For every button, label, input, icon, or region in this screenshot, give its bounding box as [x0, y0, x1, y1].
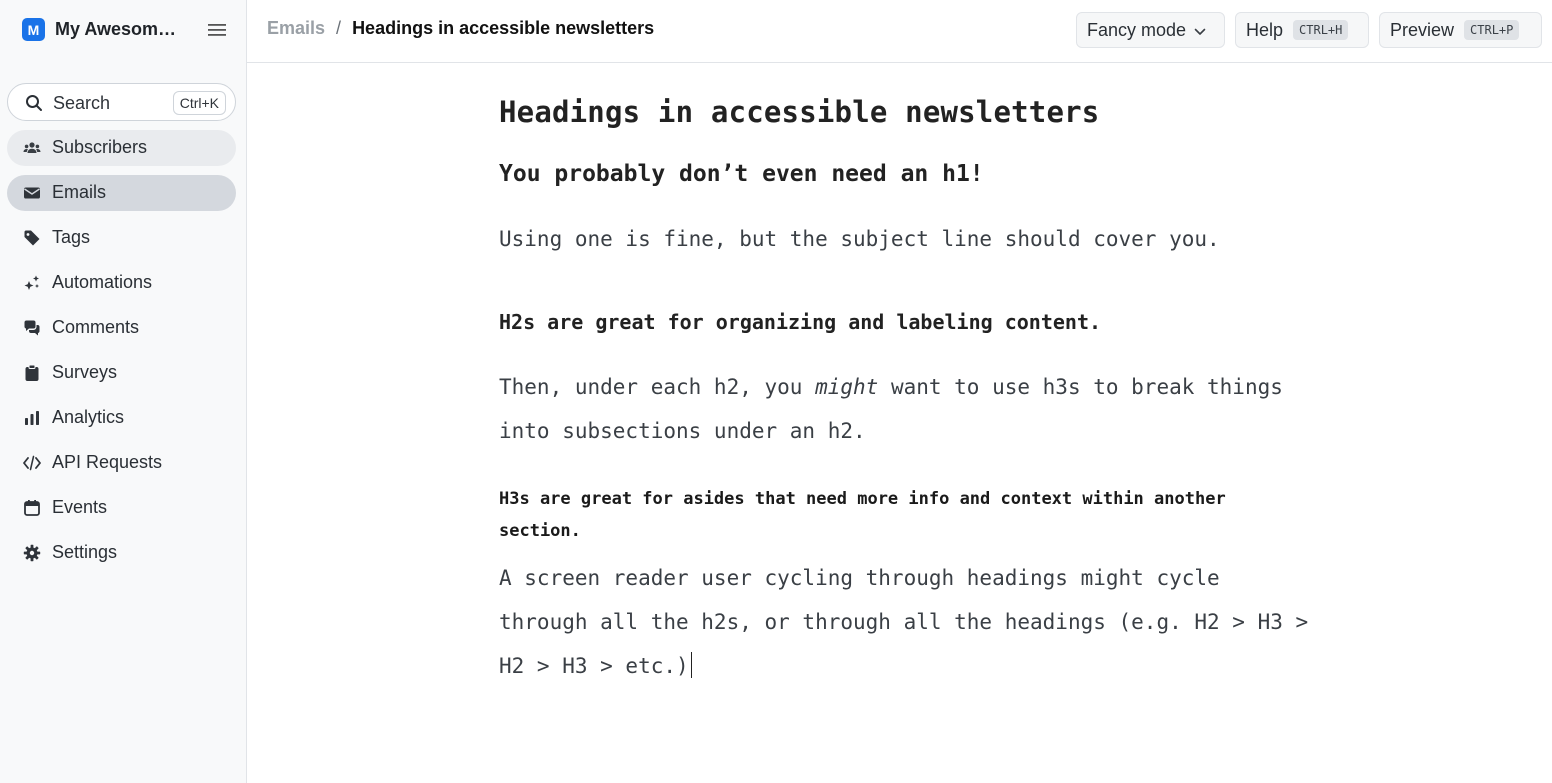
sidebar-item-label: Automations	[52, 272, 153, 292]
heading-3[interactable]: H3s are great for asides that need more …	[499, 483, 1299, 547]
paragraph-2-text: Then, under each h2, you	[499, 375, 816, 399]
sidebar-item-label: Tags	[52, 227, 91, 247]
fancy-mode-label: Fancy mode	[1087, 19, 1187, 40]
workspace-name: My Awesom…	[55, 19, 177, 39]
comments-icon	[23, 319, 41, 337]
help-shortcut: CTRL+H	[1293, 20, 1349, 40]
bar-chart-icon	[23, 409, 41, 427]
sidebar-item-api-requests[interactable]: API Requests	[7, 445, 236, 481]
text-caret	[690, 652, 692, 678]
sidebar-item-surveys[interactable]: Surveys	[7, 355, 236, 391]
clipboard-icon	[23, 364, 41, 382]
top-bar: Emails / Headings in accessible newslett…	[247, 0, 1552, 63]
sparkles-icon	[23, 274, 41, 292]
sidebar-item-label: Emails	[52, 182, 107, 202]
paragraph-2[interactable]: Then, under each h2, you might want to u…	[499, 365, 1299, 453]
sidebar-item-settings[interactable]: Settings	[7, 535, 236, 571]
breadcrumb: Emails / Headings in accessible newslett…	[267, 18, 654, 39]
heading-1[interactable]: You probably don’t even need an h1!	[499, 161, 984, 187]
hamburger-menu-icon[interactable]	[205, 19, 229, 41]
document-title[interactable]: Headings in accessible newsletters	[499, 95, 1099, 129]
sidebar-item-label: Events	[52, 497, 108, 517]
sidebar-item-label: Settings	[52, 542, 118, 562]
sidebar: M My Awesom… Search Ctrl+K Subscribers E…	[0, 0, 247, 783]
paragraph-3[interactable]: A screen reader user cycling through hea…	[499, 556, 1319, 688]
sidebar-item-automations[interactable]: Automations	[7, 265, 236, 301]
gear-icon	[23, 544, 41, 562]
sidebar-item-label: API Requests	[52, 452, 163, 472]
search-shortcut: Ctrl+K	[172, 91, 226, 115]
preview-shortcut: CTRL+P	[1464, 20, 1520, 40]
breadcrumb-link-emails[interactable]: Emails	[267, 18, 325, 39]
tag-icon	[23, 229, 41, 247]
breadcrumb-separator: /	[336, 18, 342, 38]
paragraph-2-emphasis: might	[815, 375, 879, 399]
sidebar-item-comments[interactable]: Comments	[7, 310, 236, 346]
sidebar-item-events[interactable]: Events	[7, 490, 236, 526]
chevron-down-icon	[1194, 20, 1206, 41]
sidebar-item-emails[interactable]: Emails	[7, 175, 236, 211]
users-icon	[23, 139, 41, 157]
sidebar-item-label: Subscribers	[52, 137, 148, 157]
fancy-mode-dropdown[interactable]: Fancy mode	[1076, 12, 1225, 48]
calendar-icon	[23, 499, 41, 517]
sidebar-item-tags[interactable]: Tags	[7, 220, 236, 256]
paragraph-3-text: A screen reader user cycling through hea…	[499, 566, 1309, 678]
search-icon	[25, 94, 43, 117]
app-logo: M	[22, 18, 45, 41]
sidebar-item-label: Surveys	[52, 362, 118, 382]
preview-label: Preview	[1390, 19, 1455, 40]
workspace-switcher[interactable]: M My Awesom…	[22, 18, 176, 41]
sidebar-item-analytics[interactable]: Analytics	[7, 400, 236, 436]
sidebar-item-label: Analytics	[52, 407, 125, 427]
search-button[interactable]: Search Ctrl+K	[7, 83, 236, 121]
preview-button[interactable]: Preview CTRL+P	[1379, 12, 1542, 48]
help-button[interactable]: Help CTRL+H	[1235, 12, 1369, 48]
heading-2[interactable]: H2s are great for organizing and labelin…	[499, 310, 1101, 334]
sidebar-item-label: Comments	[52, 317, 140, 337]
page-title: Headings in accessible newsletters	[352, 18, 655, 38]
search-label: Search	[53, 93, 111, 113]
help-label: Help	[1246, 19, 1284, 40]
code-icon	[23, 454, 41, 472]
envelope-icon	[23, 184, 41, 202]
sidebar-nav: Subscribers Emails Tags Automations Comm…	[7, 130, 236, 580]
paragraph-1[interactable]: Using one is fine, but the subject line …	[499, 227, 1220, 251]
sidebar-item-subscribers[interactable]: Subscribers	[7, 130, 236, 166]
